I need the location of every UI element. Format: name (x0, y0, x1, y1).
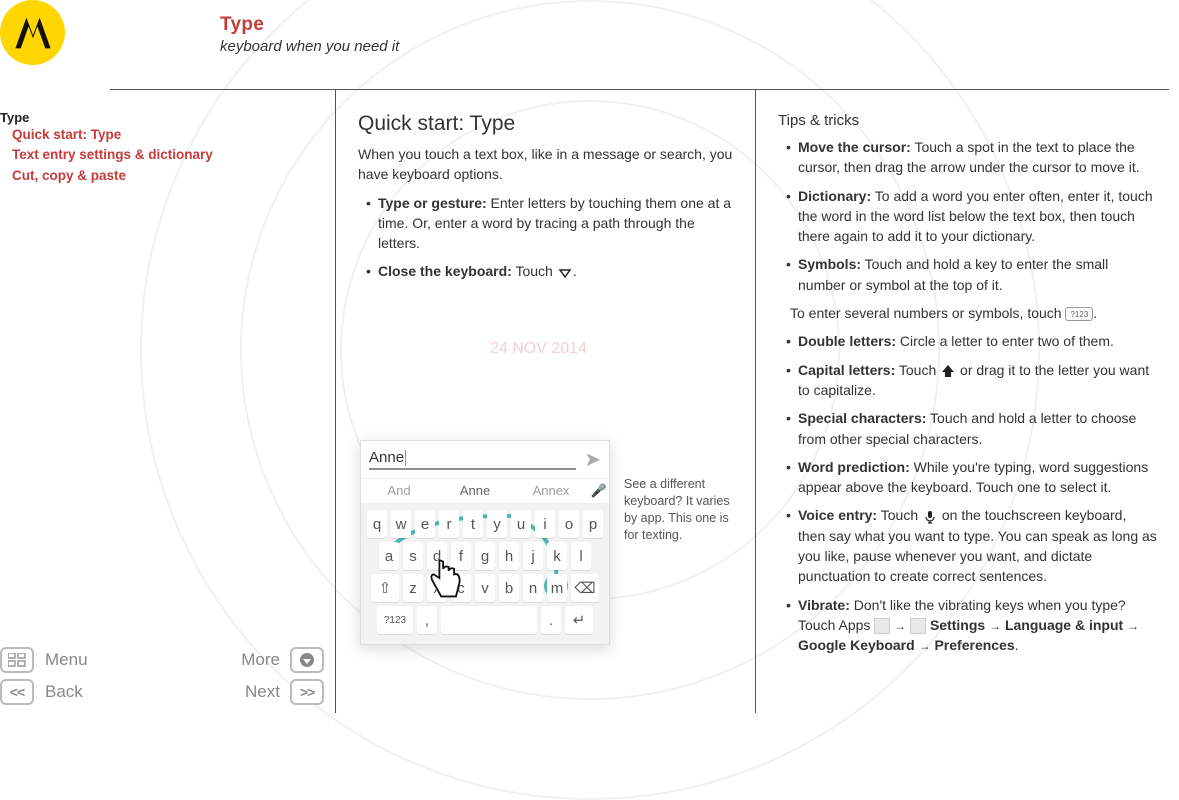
shift-key: ⇧ (371, 574, 399, 602)
backspace-key: ⌫ (571, 574, 599, 602)
key: p (583, 510, 603, 538)
tip-item: Voice entry: Touch on the touchscreen ke… (786, 505, 1157, 586)
key: c (451, 574, 471, 602)
mic-icon: 🎤 (589, 483, 609, 499)
back-label: Back (45, 682, 168, 702)
num-key-icon: ?123 (1065, 307, 1093, 321)
shift-icon (940, 363, 956, 379)
toc-item[interactable]: Quick start: Type (0, 125, 325, 145)
phone-mock: Anne ➤ And Anne Annex 🎤 qwertyuiop asdfg… (360, 440, 610, 645)
section-heading: Quick start: Type (358, 112, 733, 136)
sym-key: ?123 (377, 606, 413, 634)
tip-item: Dictionary: To add a word you enter ofte… (786, 186, 1157, 247)
menu-button[interactable] (0, 647, 34, 673)
back-button[interactable]: << (0, 679, 34, 705)
tip-item: Word prediction: While you're typing, wo… (786, 457, 1157, 498)
key: d (427, 542, 447, 570)
more-label: More (168, 650, 291, 670)
key: s (403, 542, 423, 570)
bullet-item: Close the keyboard: Touch . (366, 261, 733, 281)
key: o (559, 510, 579, 538)
tip-item: Symbols: Touch and hold a key to enter t… (786, 254, 1157, 295)
bullet-item: Type or gesture: Enter letters by touchi… (366, 193, 733, 254)
text-input-row: Anne ➤ (361, 441, 609, 479)
key: q (367, 510, 387, 538)
bullet-text: Touch (512, 263, 557, 279)
toc-item[interactable]: Text entry settings & dictionary (0, 145, 325, 165)
bullet-text-after: . (573, 263, 577, 279)
keyboard-row: qwertyuiop (363, 510, 607, 538)
key: r (439, 510, 459, 538)
keyboard-row: ⇧ zxcvbnm⌫ (363, 574, 607, 602)
period-key: . (541, 606, 561, 634)
keyboard-row: asdfghjkl (363, 542, 607, 570)
key: z (403, 574, 423, 602)
page-subtitle: keyboard when you need it (220, 38, 1169, 55)
content-col-1: Quick start: Type When you touch a text … (335, 90, 755, 713)
chevron-down-icon (557, 265, 573, 281)
keyboard: qwertyuiop asdfghjkl ⇧ zxcvbnm⌫ ?123 , .… (361, 504, 609, 644)
tip-item: Move the cursor: Touch a spot in the tex… (786, 137, 1157, 178)
menu-label: Menu (45, 650, 168, 670)
content-col-2: Tips & tricks Move the cursor: Touch a s… (755, 90, 1179, 713)
intro-text: When you touch a text box, like in a mes… (358, 144, 733, 185)
key: b (499, 574, 519, 602)
settings-icon (910, 618, 926, 634)
key: n (523, 574, 543, 602)
tip-item: Vibrate: Don't like the vibrating keys w… (786, 595, 1157, 656)
key: g (475, 542, 495, 570)
key: f (451, 542, 471, 570)
mic-icon (922, 509, 938, 525)
tip-followup: To enter several numbers or symbols, tou… (790, 303, 1157, 323)
text-input: Anne (369, 449, 576, 470)
enter-key: ↵ (565, 606, 593, 634)
bullet-label: Close the keyboard: (378, 263, 512, 279)
tip-item: Double letters: Circle a letter to enter… (786, 331, 1157, 351)
prediction: And (361, 483, 437, 499)
key: l (571, 542, 591, 570)
keyboard-row: ?123 , . ↵ (363, 606, 607, 634)
apps-icon (874, 618, 890, 634)
key: y (487, 510, 507, 538)
key: u (511, 510, 531, 538)
tip-item: Capital letters: Touch or drag it to the… (786, 360, 1157, 401)
comma-key: , (417, 606, 437, 634)
motorola-logo (0, 0, 65, 65)
bullet-label: Type or gesture: (378, 195, 487, 211)
key: a (379, 542, 399, 570)
illustration-caption: See a different keyboard? It varies by a… (624, 476, 739, 544)
key: v (475, 574, 495, 602)
more-button[interactable] (290, 647, 324, 673)
prediction: Anne (437, 483, 513, 499)
bottom-nav: Menu More << Back Next >> (0, 647, 335, 705)
prediction: Annex (513, 483, 589, 499)
tips-heading: Tips & tricks (778, 112, 1157, 129)
key: m (547, 574, 567, 602)
key: x (427, 574, 447, 602)
page-header: Type keyboard when you need it (110, 0, 1169, 90)
key: h (499, 542, 519, 570)
toc-item[interactable]: Cut, copy & paste (0, 166, 325, 186)
next-label: Next (168, 682, 291, 702)
prediction-bar: And Anne Annex 🎤 (361, 479, 609, 504)
space-key (441, 606, 537, 634)
key: t (463, 510, 483, 538)
key: e (415, 510, 435, 538)
phone-illustration: Anne ➤ And Anne Annex 🎤 qwertyuiop asdfg… (360, 440, 739, 645)
page-title: Type (220, 14, 1169, 36)
key: k (547, 542, 567, 570)
key: w (391, 510, 411, 538)
sidebar: Type Quick start: Type Text entry settin… (0, 90, 335, 713)
tip-item: Special characters: Touch and hold a let… (786, 408, 1157, 449)
send-icon: ➤ (576, 447, 601, 472)
toc-heading: Type (0, 110, 325, 125)
next-button[interactable]: >> (290, 679, 324, 705)
key: i (535, 510, 555, 538)
key: j (523, 542, 543, 570)
